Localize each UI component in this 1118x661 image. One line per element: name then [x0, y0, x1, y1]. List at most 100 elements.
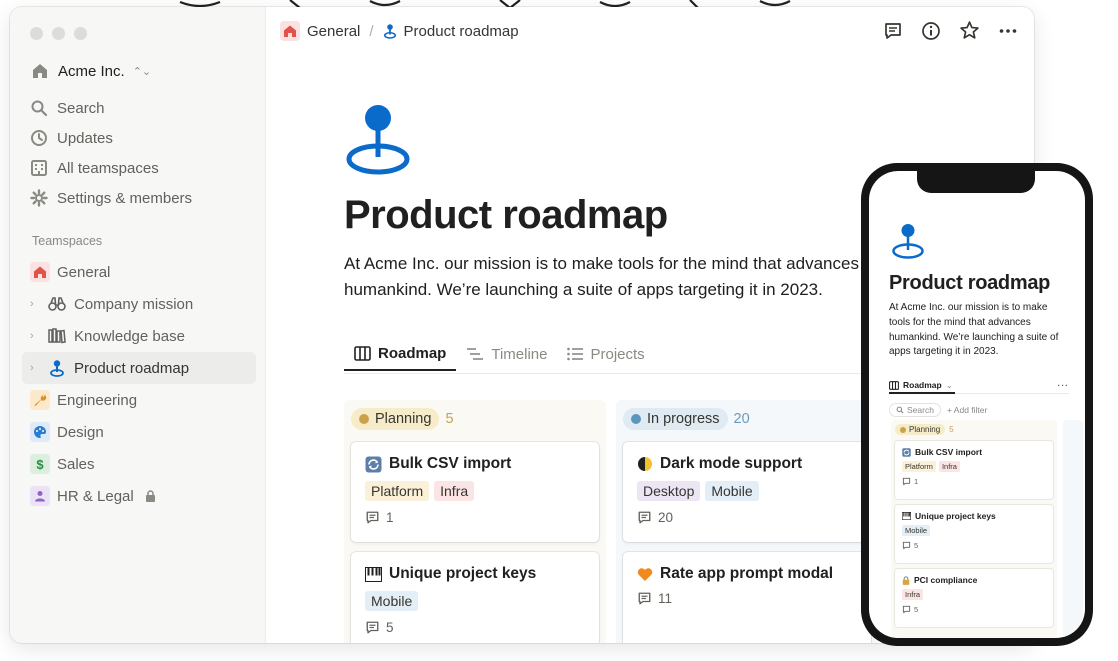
dollar-icon: $ — [30, 454, 50, 474]
binoculars-icon — [47, 294, 67, 314]
tab-timeline[interactable]: Timeline — [456, 337, 557, 371]
comment-icon — [902, 477, 911, 486]
heart-icon — [637, 567, 653, 581]
home-icon — [33, 64, 47, 78]
lock-icon — [902, 575, 910, 585]
column-count: 20 — [733, 411, 750, 427]
sidebar-item-hr-legal[interactable]: HR & Legal — [22, 480, 256, 512]
sidebar-item-sales[interactable]: $ Sales — [22, 448, 256, 480]
refresh-icon — [902, 447, 911, 457]
gear-icon — [30, 189, 48, 207]
clock-icon — [31, 130, 47, 146]
board-card[interactable]: Unique project keys Mobile 5 — [351, 552, 599, 643]
workspace-switcher[interactable]: Acme Inc. ⌃⌄ — [30, 61, 151, 81]
sidebar-item-engineering[interactable]: Engineering — [22, 384, 256, 416]
comment-icon[interactable] — [883, 21, 903, 41]
workspace-name: Acme Inc. — [58, 62, 125, 80]
sidebar-item-search[interactable]: Search — [22, 93, 254, 123]
sidebar-item-label: Settings & members — [57, 189, 193, 207]
building-icon — [31, 160, 47, 176]
comment-icon — [902, 605, 911, 614]
card-title: Dark mode support — [660, 455, 803, 472]
tag-infra: Infra — [902, 589, 924, 600]
half-moon-icon — [638, 457, 652, 471]
mobile-board-card[interactable]: Bulk CSV import Platform Infra 1 — [895, 441, 1053, 499]
mobile-column-header: Planning 5 — [895, 424, 1053, 435]
status-badge[interactable]: In progress — [623, 408, 728, 430]
mobile-device-frame: Product roadmap At Acme Inc. our mission… — [861, 163, 1093, 646]
tab-roadmap[interactable]: Roadmap — [344, 337, 457, 371]
column-count: 5 — [445, 411, 454, 427]
status-badge[interactable]: Planning — [351, 408, 440, 430]
chevron-right-icon[interactable]: › — [30, 330, 40, 342]
sidebar-item-label: HR & Legal — [57, 487, 134, 505]
sidebar-item-label: Design — [57, 423, 104, 441]
sidebar-item-updates[interactable]: Updates — [22, 123, 254, 153]
sidebar-item-company-mission[interactable]: › Company mission — [22, 288, 256, 320]
piano-icon — [902, 512, 911, 520]
tag-desktop: Desktop — [637, 481, 701, 501]
comment-icon — [366, 621, 379, 634]
chevron-updown-icon: ⌃⌄ — [132, 65, 152, 78]
comment-icon — [366, 511, 379, 524]
board-card[interactable]: Dark mode support Desktop Mobile 20 — [623, 442, 871, 542]
chevron-right-icon[interactable]: › — [30, 362, 40, 374]
chevron-right-icon[interactable]: › — [30, 298, 40, 310]
status-dot — [900, 426, 906, 433]
board-column-planning: Planning 5 Bulk CSV import Platform Infr… — [344, 400, 606, 643]
pin-icon — [346, 105, 410, 175]
sidebar-item-all-teamspaces[interactable]: All teamspaces — [22, 153, 254, 183]
mobile-tab-underline — [889, 392, 955, 394]
search-icon — [896, 406, 904, 414]
more-options-icon[interactable]: ··· — [1058, 380, 1070, 390]
piano-icon — [365, 566, 382, 582]
sidebar-item-label: Engineering — [57, 391, 138, 409]
wrench-icon — [30, 390, 50, 410]
comment-count: 1 — [386, 510, 394, 525]
sidebar: Acme Inc. ⌃⌄ Search Updates All teamspac… — [10, 7, 266, 643]
teamspace-list: General › Company mission › Knowledge ba… — [22, 256, 256, 512]
info-icon[interactable] — [921, 21, 941, 41]
window-controls — [30, 27, 87, 40]
sidebar-item-general[interactable]: General — [22, 256, 256, 288]
column-count: 5 — [949, 425, 954, 434]
sidebar-item-label: Product roadmap — [74, 359, 190, 377]
board-card[interactable]: Rate app prompt modal 11 — [623, 552, 871, 643]
maximize-window-button[interactable] — [74, 27, 87, 40]
home-icon — [280, 21, 300, 41]
sidebar-item-settings[interactable]: Settings & members — [22, 183, 254, 213]
board-card[interactable]: Bulk CSV import Platform Infra 1 — [351, 442, 599, 542]
close-window-button[interactable] — [30, 27, 43, 40]
sidebar-item-knowledge-base[interactable]: › Knowledge base — [22, 320, 256, 352]
breadcrumb-general[interactable]: General — [307, 23, 360, 40]
mobile-search-input[interactable]: Search — [889, 403, 941, 417]
more-options-icon[interactable] — [998, 21, 1018, 41]
mobile-board-card[interactable]: Unique project keys Mobile 5 — [895, 505, 1053, 563]
status-badge[interactable]: Planning — [895, 424, 946, 435]
add-filter-button[interactable]: + Add filter — [947, 405, 987, 415]
star-icon[interactable] — [959, 20, 980, 41]
mobile-tab-roadmap[interactable]: Roadmap ⌄ — [889, 380, 953, 391]
minimize-window-button[interactable] — [52, 27, 65, 40]
mobile-page-title: Product roadmap — [889, 272, 1051, 294]
mobile-board-card[interactable]: PCI compliance Infra 5 — [895, 569, 1053, 627]
teamspaces-heading: Teamspaces — [32, 234, 103, 248]
sidebar-item-label: General — [57, 263, 111, 281]
mobile-filter-bar: Search + Add filter — [889, 403, 987, 417]
card-title: Unique project keys — [389, 565, 537, 582]
pin-icon — [47, 358, 67, 378]
sidebar-item-design[interactable]: Design — [22, 416, 256, 448]
tag-mobile: Mobile — [705, 481, 759, 501]
chevron-down-icon: ⌄ — [945, 379, 953, 390]
card-title: Bulk CSV import — [389, 455, 512, 472]
tag-mobile: Mobile — [902, 525, 931, 536]
tab-projects[interactable]: Projects — [557, 337, 654, 371]
timeline-icon — [467, 348, 484, 360]
sidebar-item-label: Knowledge base — [74, 327, 185, 345]
sidebar-item-product-roadmap[interactable]: › Product roadmap — [22, 352, 256, 384]
pin-icon — [383, 24, 396, 39]
breadcrumb-current[interactable]: Product roadmap — [404, 23, 519, 40]
books-icon — [47, 326, 67, 346]
pin-icon — [892, 224, 924, 259]
tag-mobile: Mobile — [365, 591, 419, 611]
